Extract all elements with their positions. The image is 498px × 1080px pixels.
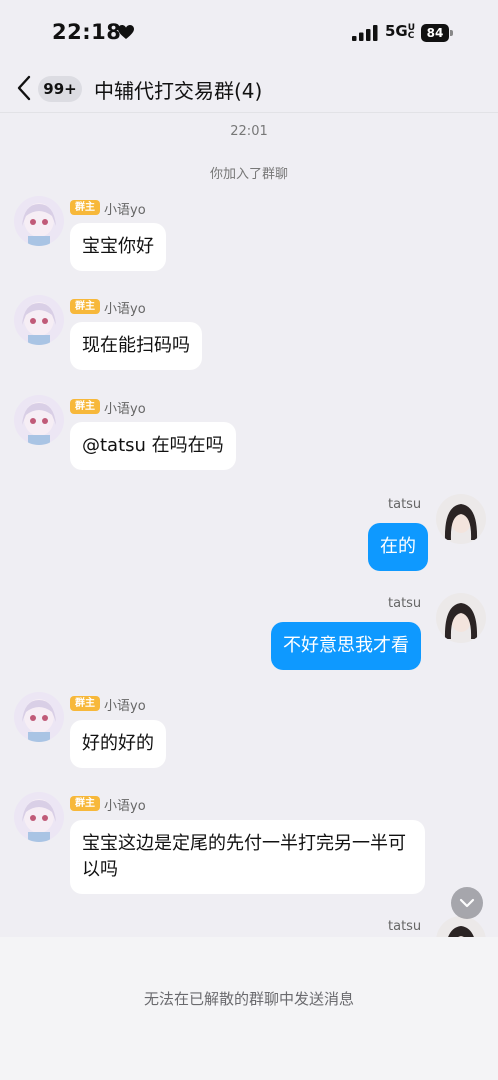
message-bubble[interactable]: 宝宝这边是定尾的先付一半打完另一半可以吗 <box>70 820 425 894</box>
owner-tag: 群主 <box>70 200 100 215</box>
sender-name: 小语yo <box>104 203 146 218</box>
scroll-down-button[interactable] <box>451 887 483 919</box>
avatar[interactable] <box>14 692 64 742</box>
unread-badge[interactable]: 99+ <box>38 76 82 102</box>
sender-name: 小语yo <box>104 799 146 814</box>
message-bubble-sent[interactable]: 不好意思我才看 <box>271 622 421 670</box>
battery-level: 84 <box>421 24 449 42</box>
message-bubble-sent[interactable]: 在的 <box>368 523 428 571</box>
owner-tag: 群主 <box>70 299 100 314</box>
avatar[interactable] <box>436 593 486 643</box>
back-chevron-icon[interactable] <box>14 74 34 102</box>
message-list[interactable]: 22:01 你加入了群聊 群主 小语yo 宝宝你好 群主 小语yo 现在能扫码吗… <box>0 113 498 937</box>
scroll-down-icon <box>459 898 475 908</box>
network-label: 5G <box>385 22 408 40</box>
chat-header: 99+ 中辅代打交易群(4) <box>0 64 498 112</box>
sender-name: 小语yo <box>104 402 146 417</box>
message-bubble[interactable]: @tatsu 在吗在吗 <box>70 422 236 470</box>
owner-tag: 群主 <box>70 796 100 811</box>
sender-name: tatsu <box>388 596 422 611</box>
system-notice: 你加入了群聊 <box>209 167 288 182</box>
message-timestamp: 22:01 <box>230 124 268 139</box>
sender-name: 小语yo <box>104 302 146 317</box>
signal-icon <box>352 25 378 41</box>
message-bubble[interactable]: 现在能扫码吗 <box>70 322 202 370</box>
battery-tip <box>450 30 453 36</box>
avatar[interactable] <box>14 295 64 345</box>
avatar[interactable] <box>14 395 64 445</box>
status-time: 22:18 <box>52 20 122 44</box>
input-disabled-footer: 无法在已解散的群聊中发送消息 <box>0 937 498 1080</box>
sender-name: tatsu <box>388 919 422 934</box>
disbanded-notice: 无法在已解散的群聊中发送消息 <box>143 990 354 1008</box>
chat-title[interactable]: 中辅代打交易群(4) <box>94 75 262 104</box>
avatar[interactable] <box>14 196 64 246</box>
message-bubble[interactable]: 好的好的 <box>70 720 166 768</box>
heart-icon <box>118 25 134 39</box>
avatar[interactable] <box>14 792 64 842</box>
owner-tag: 群主 <box>70 696 100 711</box>
status-bar: 22:18 5GUC 84 <box>0 0 498 64</box>
avatar[interactable] <box>436 494 486 544</box>
message-bubble[interactable]: 宝宝你好 <box>70 223 166 271</box>
sender-name: tatsu <box>388 497 422 512</box>
network-sub-label: UC <box>407 22 416 41</box>
network-indicator: 5GUC <box>385 22 417 40</box>
sender-name: 小语yo <box>104 699 146 714</box>
avatar[interactable] <box>436 916 486 937</box>
battery-icon: 84 <box>421 24 453 42</box>
owner-tag: 群主 <box>70 399 100 414</box>
